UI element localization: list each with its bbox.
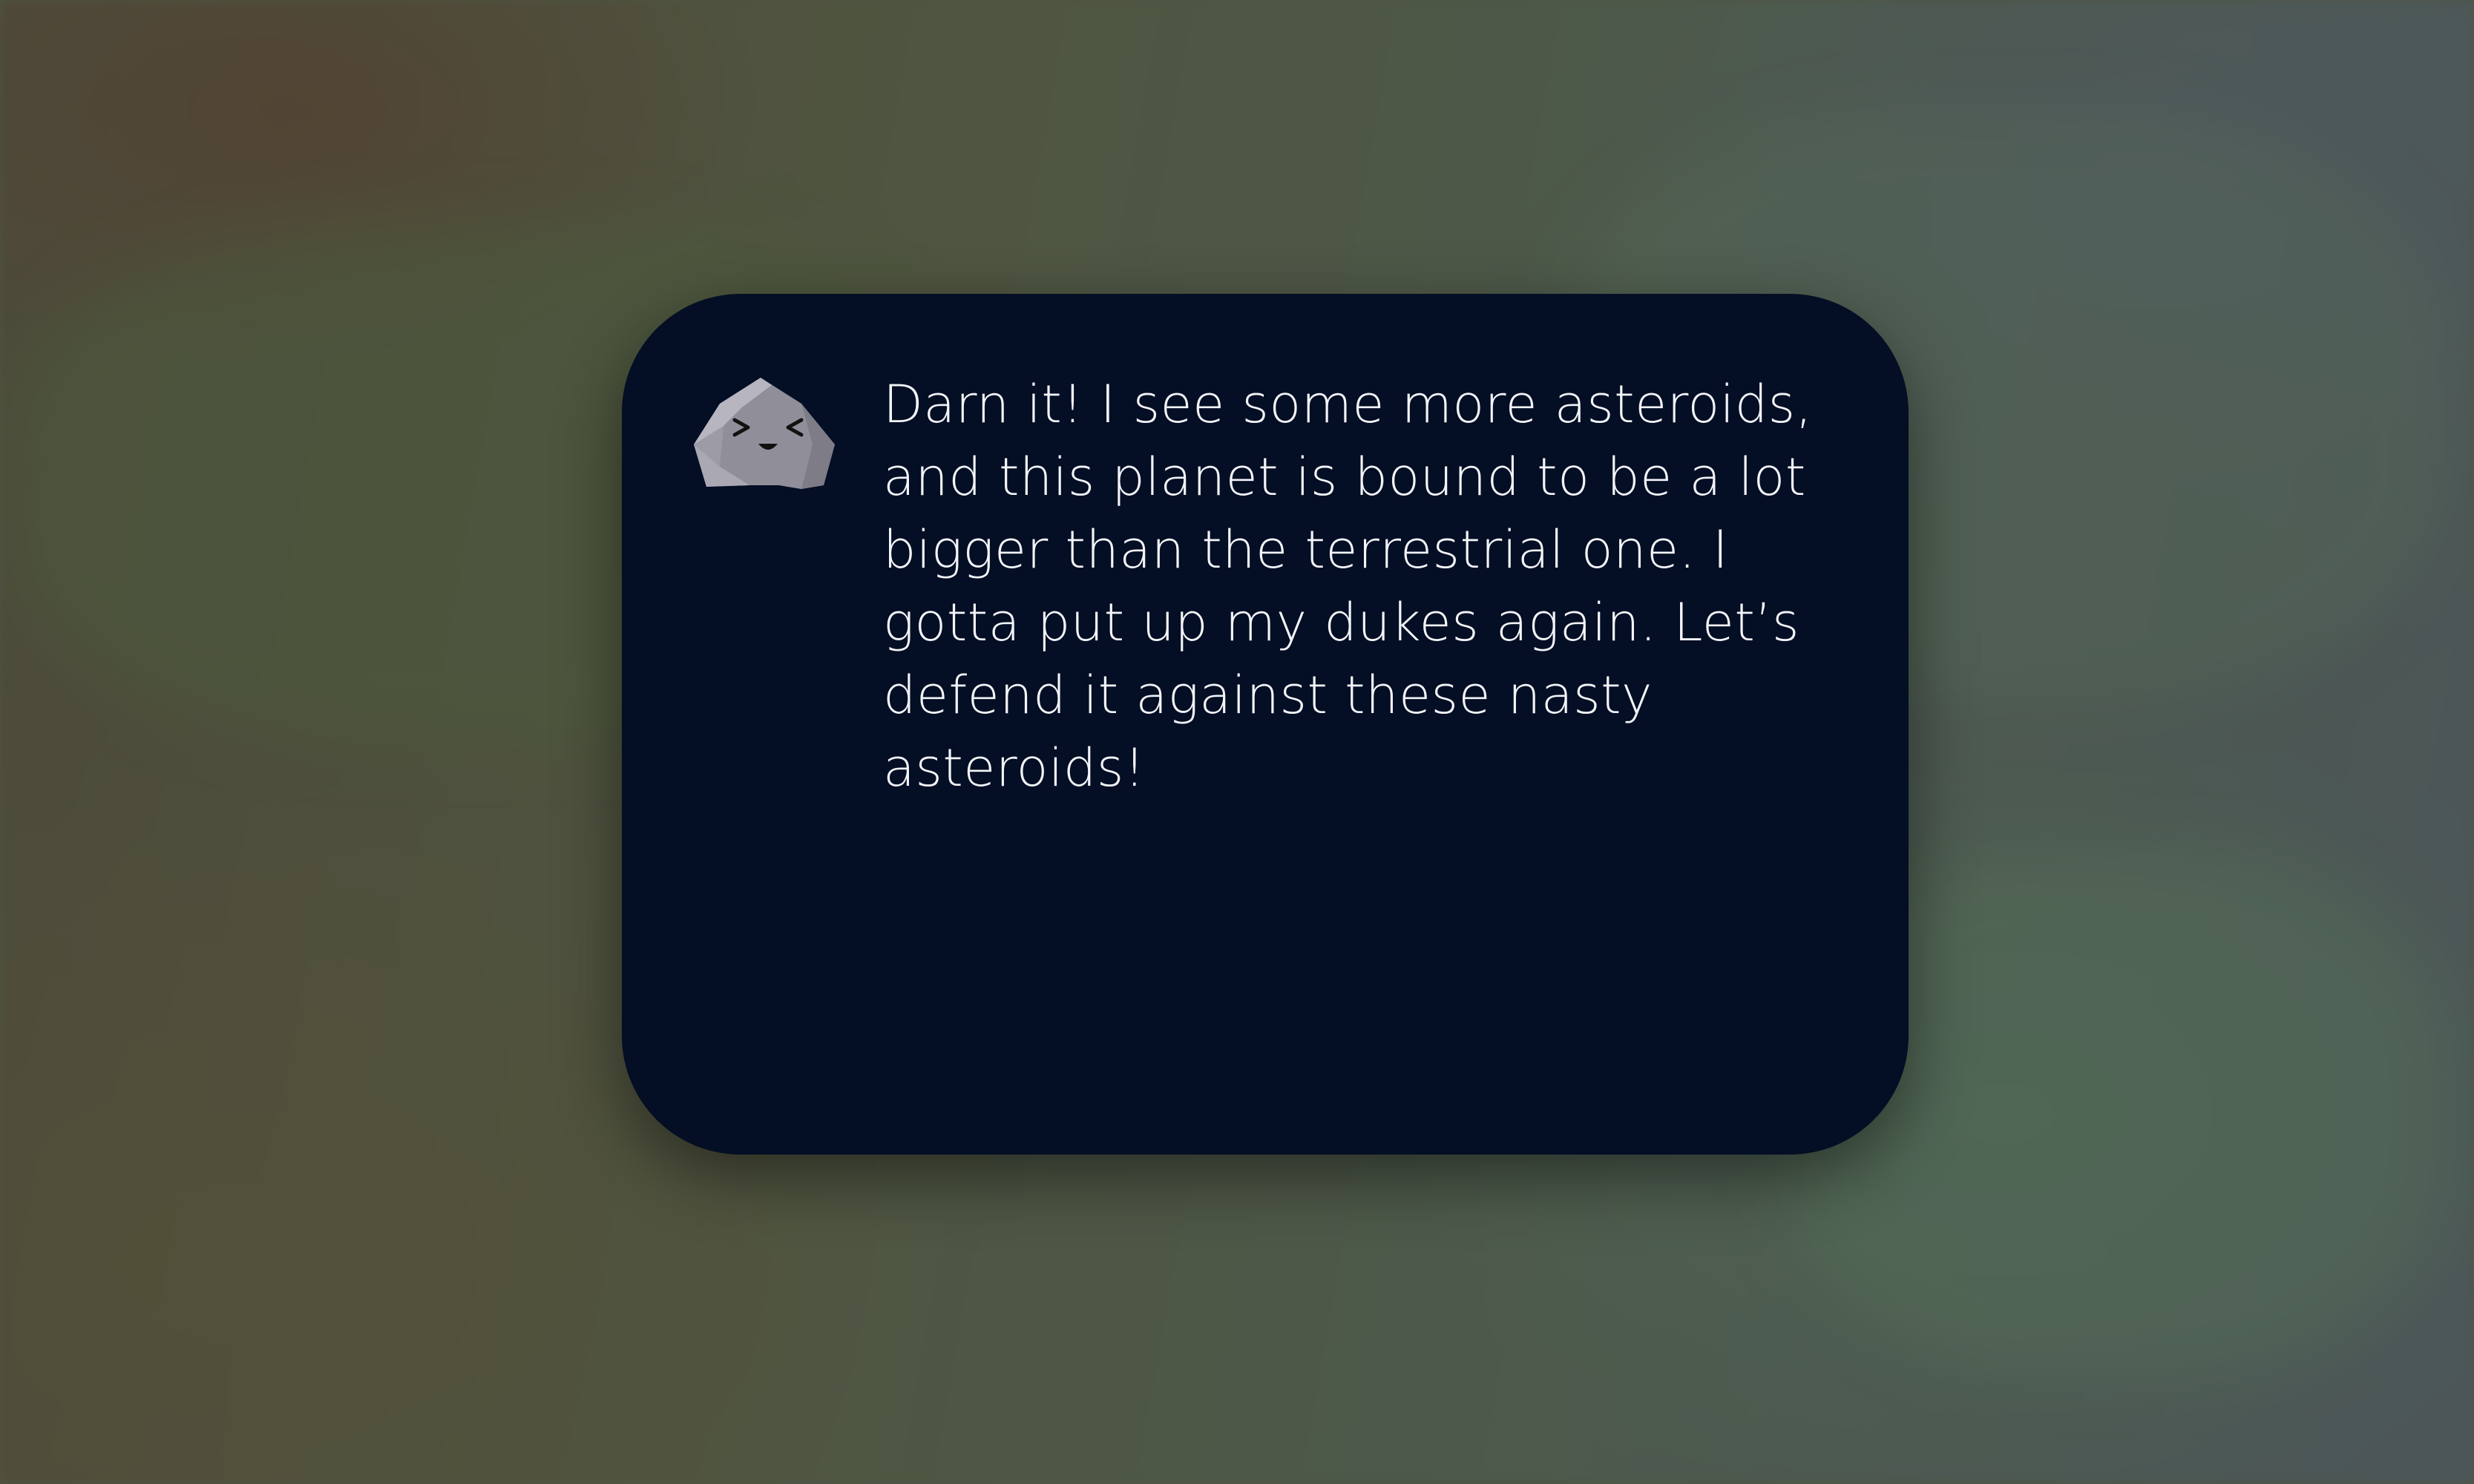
asteroid-character-icon [694, 378, 835, 489]
dialog-message: Darn it! I see some more asteroids, and … [883, 374, 1813, 798]
dialog-box[interactable]: Darn it! I see some more asteroids, and … [622, 294, 1909, 1155]
